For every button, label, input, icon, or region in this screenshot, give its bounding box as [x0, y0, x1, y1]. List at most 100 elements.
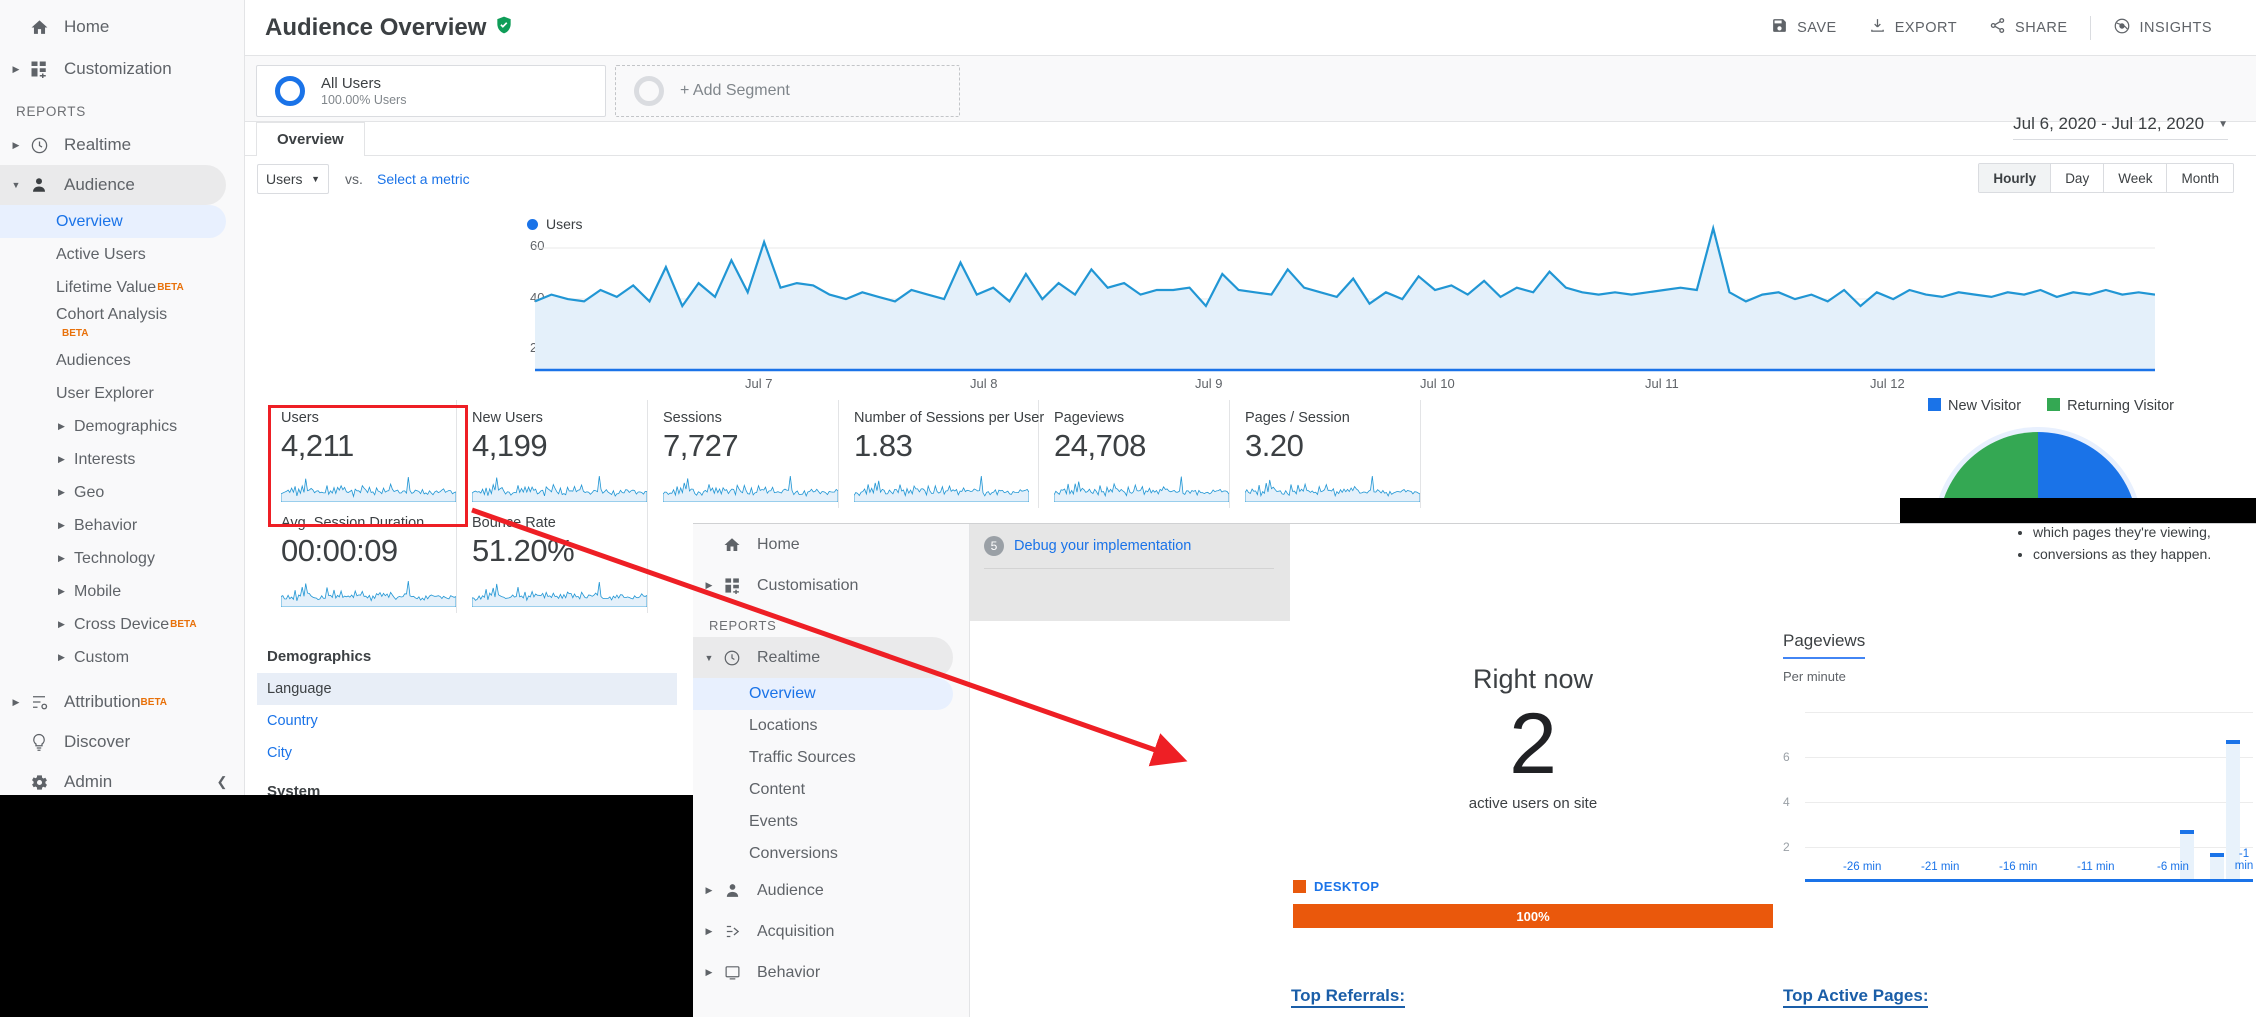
sidebar-item-lifetime-value[interactable]: Lifetime ValueBETA [0, 271, 244, 304]
behavior-icon [717, 964, 747, 981]
granularity-hourly[interactable]: Hourly [1979, 164, 2051, 192]
metric-card-pageviews[interactable]: Pageviews 24,708 [1040, 400, 1230, 508]
overlay-sidebar-item-events[interactable]: Events [693, 806, 969, 838]
sidebar-item-demographics[interactable]: ▶ Demographics [0, 410, 244, 443]
metric-card-users[interactable]: Users 4,211 [267, 400, 457, 508]
granularity-day[interactable]: Day [2051, 164, 2104, 192]
overlay-sidebar-item-conversions[interactable]: Conversions [693, 838, 969, 870]
sidebar-item-user-explorer[interactable]: User Explorer [0, 377, 244, 410]
desktop-label: DESKTOP [1314, 879, 1379, 894]
demographics-item-language[interactable]: Language [257, 673, 677, 705]
chevron-down-icon: ▼ [8, 180, 24, 190]
sidebar-item-geo[interactable]: ▶ Geo [0, 476, 244, 509]
add-segment-ring-icon [634, 76, 664, 106]
metric-card-pages-per-session[interactable]: Pages / Session 3.20 [1231, 400, 1421, 508]
clock-icon [24, 136, 54, 155]
add-segment-button[interactable]: + Add Segment [615, 65, 960, 117]
overlay-sidebar-item-customisation[interactable]: ▶ Customisation [693, 565, 969, 606]
header-actions: SAVE EXPORT SHARE INSIGHTS [1755, 10, 2256, 46]
overlay-sidebar-item-traffic-sources[interactable]: Traffic Sources [693, 742, 969, 774]
overlay-sidebar-item-overview[interactable]: Overview [693, 678, 953, 710]
black-region-right [1900, 498, 2256, 523]
metric-selector-dropdown[interactable]: Users ▼ [257, 164, 329, 194]
chart-svg [525, 200, 2155, 390]
device-breakdown: DESKTOP 100% [1293, 879, 1773, 928]
sidebar-item-customization[interactable]: ▶ Customization [0, 48, 244, 90]
sidebar-subitem-label: Behavior [74, 517, 137, 535]
demographics-item-country[interactable]: Country [257, 705, 677, 737]
overlay-sidebar-item-content[interactable]: Content [693, 774, 969, 806]
sidebar-subitem-label: Geo [74, 484, 104, 502]
metric-value: 24,708 [1054, 428, 1229, 464]
metric-card-avg-session-duration[interactable]: Avg. Session Duration 00:00:09 [267, 505, 457, 613]
segment-all-users[interactable]: All Users 100.00% Users [256, 65, 606, 117]
granularity-month[interactable]: Month [2167, 164, 2233, 192]
sidebar-item-home[interactable]: Home [0, 6, 244, 48]
sidebar-item-behavior[interactable]: ▶ Behavior [0, 509, 244, 542]
granularity-week[interactable]: Week [2104, 164, 2167, 192]
overlay-sidebar-item-audience[interactable]: ▶ Audience [693, 870, 969, 911]
sidebar-item-discover[interactable]: Discover [0, 722, 244, 762]
beta-badge: BETA [62, 328, 88, 339]
select-a-metric-link[interactable]: Select a metric [377, 171, 470, 187]
export-label: EXPORT [1895, 20, 1957, 36]
sidebar-item-realtime[interactable]: ▶ Realtime [0, 125, 244, 165]
metric-card-sessions-per-user[interactable]: Number of Sessions per User 1.83 [840, 400, 1039, 508]
sidebar-subitem-label: Mobile [74, 583, 121, 601]
chevron-right-icon: ▶ [58, 454, 65, 465]
pageviews-subtitle: Per minute [1783, 669, 2253, 684]
sidebar-item-audiences[interactable]: Audiences [0, 344, 244, 377]
sparkline [281, 579, 456, 607]
google-analytics-screen: Home ▶ Customization REPORTS ▶ Realtime … [0, 0, 2256, 1017]
overlay-sidebar-item-acquisition[interactable]: ▶ Acquisition [693, 911, 969, 952]
sidebar-item-audience[interactable]: ▼ Audience [0, 165, 226, 205]
bullet-item: which pages they're viewing, [2033, 524, 2256, 540]
sidebar-item-mobile[interactable]: ▶ Mobile [0, 575, 244, 608]
sidebar-subitem-label: Cross Device [74, 616, 169, 634]
sidebar-item-attribution[interactable]: ▶ Attribution BETA [0, 682, 244, 722]
sparkline [281, 474, 456, 502]
sidebar-item-technology[interactable]: ▶ Technology [0, 542, 244, 575]
active-users-count: 2 [1293, 699, 1773, 789]
step-badge: 5 [984, 536, 1004, 556]
save-icon [1771, 17, 1788, 38]
overlay-sidebar-item-home[interactable]: Home [693, 524, 969, 565]
sparkline [472, 579, 647, 607]
sidebar-subitem-label: Cohort Analysis [56, 306, 167, 324]
desktop-swatch-icon [1293, 880, 1306, 893]
export-button[interactable]: EXPORT [1853, 10, 1973, 46]
chevron-right-icon: ▶ [8, 140, 24, 151]
overlay-sidebar-item-realtime[interactable]: ▼ Realtime [693, 637, 953, 678]
metric-label: Pageviews [1054, 410, 1229, 426]
debug-implementation-link[interactable]: Debug your implementation [1014, 538, 1191, 554]
sidebar-item-custom[interactable]: ▶ Custom [0, 641, 244, 674]
beta-badge: BETA [170, 619, 196, 630]
segment-text: All Users 100.00% Users [321, 75, 406, 108]
sidebar-subitem-label: Custom [74, 649, 129, 667]
metric-card-sessions[interactable]: Sessions 7,727 [649, 400, 839, 508]
debug-row[interactable]: 5 Debug your implementation [970, 524, 1290, 556]
insights-button[interactable]: INSIGHTS [2097, 10, 2228, 46]
metric-card-bounce-rate[interactable]: Bounce Rate 51.20% [458, 505, 648, 613]
sidebar-item-overview[interactable]: Overview [0, 205, 226, 238]
sidebar-item-interests[interactable]: ▶ Interests [0, 443, 244, 476]
sidebar-item-cross-device[interactable]: ▶ Cross DeviceBETA [0, 608, 244, 641]
save-button[interactable]: SAVE [1755, 10, 1853, 46]
sidebar-item-active-users[interactable]: Active Users [0, 238, 244, 271]
sidebar-collapse-button[interactable]: ❮ [210, 770, 234, 794]
tab-overview[interactable]: Overview [256, 122, 365, 156]
desktop-legend: DESKTOP [1293, 879, 1773, 894]
metric-card-new-users[interactable]: New Users 4,199 [458, 400, 648, 508]
top-active-pages-panel: Top Active Pages: Active Page 1. / [1783, 986, 2253, 1017]
sidebar-item-cohort-analysis[interactable]: Cohort Analysis BETA [0, 304, 244, 344]
share-button[interactable]: SHARE [1973, 10, 2083, 46]
overlay-sidebar-item-behavior[interactable]: ▶ Behavior [693, 952, 969, 993]
overlay-sidebar-item-locations[interactable]: Locations [693, 710, 969, 742]
y-tick-4: 4 [1783, 795, 1790, 809]
sidebar-subitem-label: Audiences [56, 352, 131, 370]
vs-label: vs. [345, 171, 363, 187]
metric-selector-value: Users [266, 171, 303, 187]
acquisition-icon [717, 923, 747, 940]
insights-label: INSIGHTS [2140, 20, 2212, 36]
demographics-item-city[interactable]: City [257, 737, 677, 769]
